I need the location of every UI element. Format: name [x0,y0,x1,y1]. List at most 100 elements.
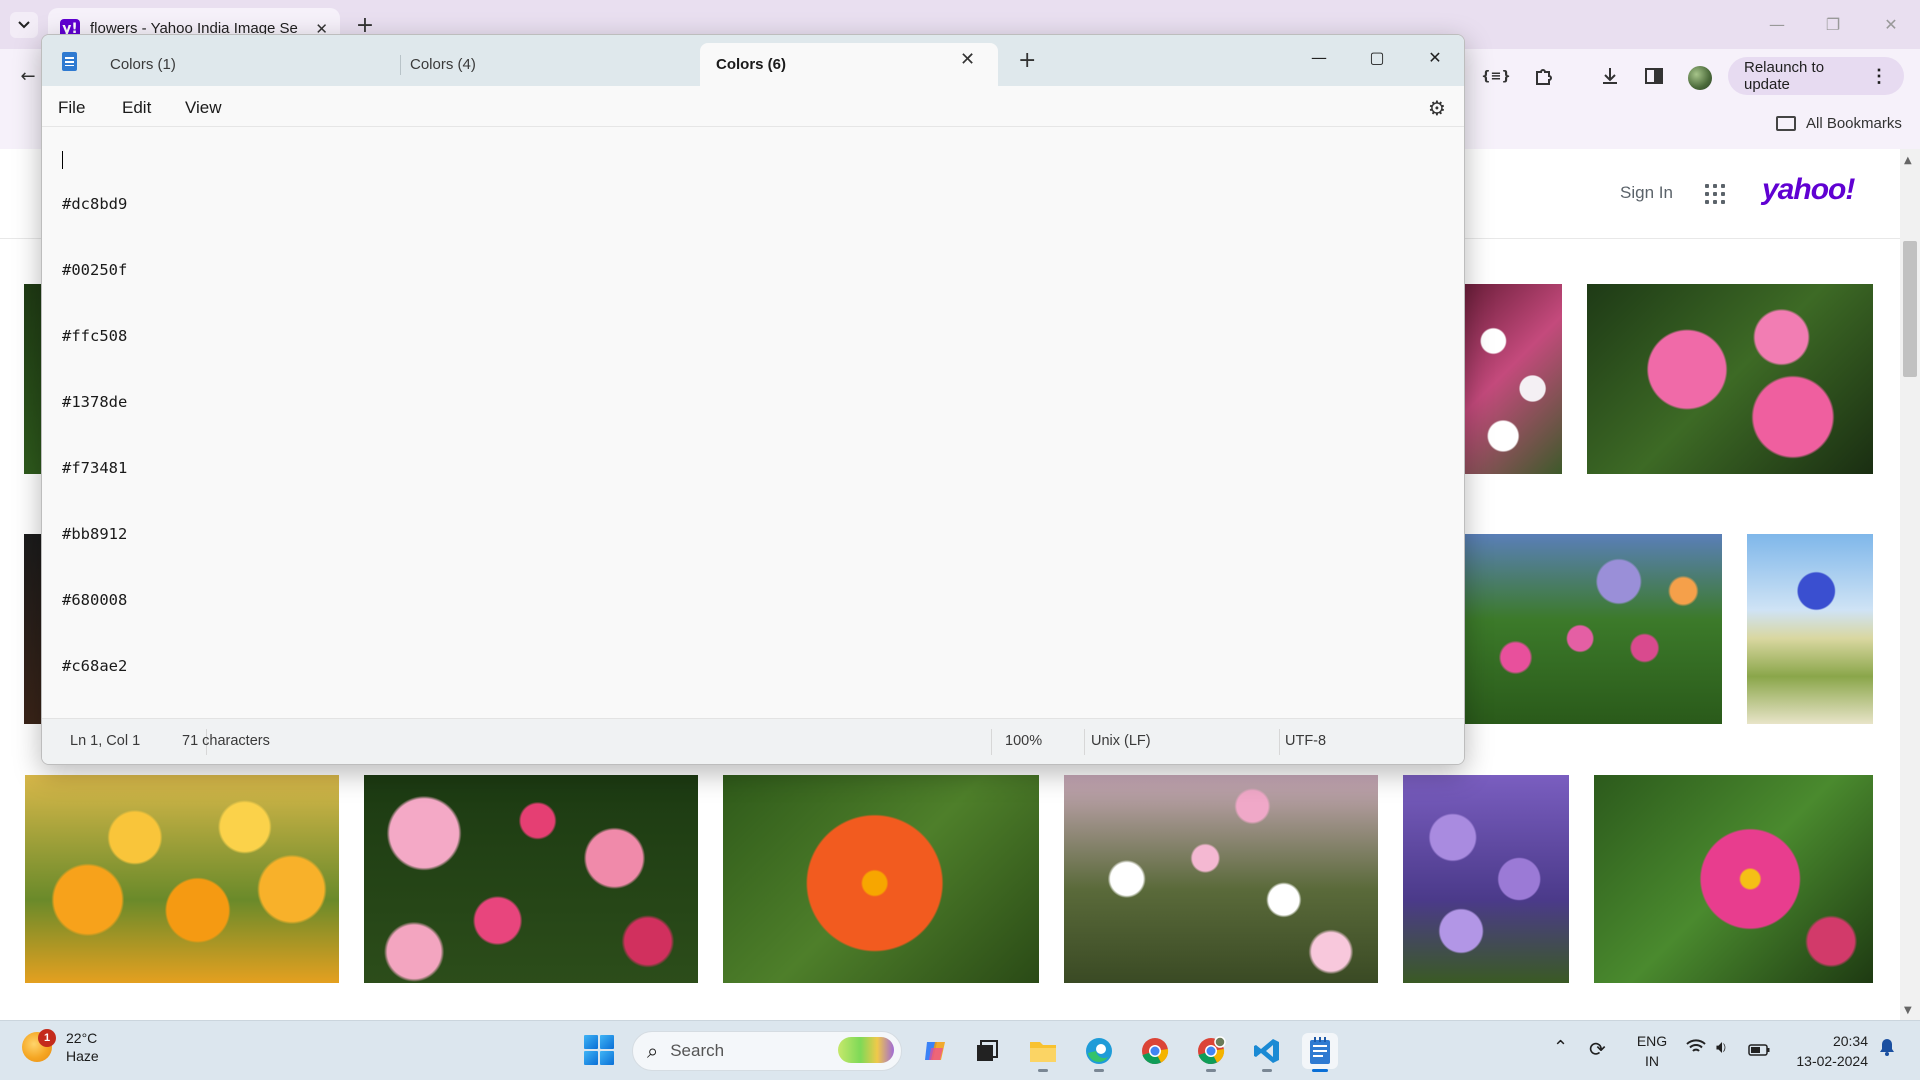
image-result-daisies[interactable] [1064,775,1378,983]
image-result-gerbera[interactable] [723,775,1039,983]
vscode-icon[interactable] [1249,1033,1285,1072]
tab-label: Colors (6) [716,56,787,73]
browser-restore-button[interactable]: ❐ [1818,10,1848,38]
battery-icon[interactable] [1748,1041,1770,1060]
tab-colors-6[interactable]: Colors (6) [700,43,998,86]
puzzle-extensions-icon[interactable] [1530,62,1558,90]
minimize-button[interactable]: — [1296,41,1342,73]
sync-icon[interactable]: ⟳ [1589,1037,1606,1061]
status-line-ending[interactable]: Unix (LF) [1091,733,1151,749]
taskbar: 22°C Haze 1 ⌕ Search ⌃ ⟳ ENG IN 🔉︎ 20:34… [0,1020,1920,1080]
running-indicator [1262,1069,1272,1072]
image-result-dahlia[interactable] [1594,775,1873,983]
active-indicator [1312,1069,1328,1072]
tab-colors-1[interactable]: Colors (1) [94,43,384,86]
close-button[interactable]: ✕ [1412,41,1458,73]
image-result-bellflowers[interactable] [1403,775,1569,983]
chrome-profile-icon[interactable] [1193,1033,1229,1072]
profile-avatar[interactable] [1688,66,1712,90]
clock-date: 13-02-2024 [1796,1053,1868,1069]
notepad-window: Colors (1) Colors (4) Colors (6) ✕ + — ▢… [41,34,1465,765]
text-caret [62,151,63,169]
image-result-dianthus[interactable] [1464,284,1562,474]
language-line1: ENG [1636,1033,1668,1049]
more-vertical-icon: ⋮ [1870,65,1888,86]
task-view-icon[interactable] [969,1033,1005,1069]
image-result-cornflower[interactable] [1747,534,1873,724]
running-indicator [1094,1069,1104,1072]
search-highlight-icon [838,1037,894,1063]
yahoo-logo[interactable]: yahoo! [1762,173,1855,207]
weather-widget[interactable]: 22°C Haze [22,1029,99,1065]
edge-icon[interactable] [1081,1033,1117,1072]
text-line: #c68ae2 [62,657,128,675]
status-separator [1279,729,1280,755]
text-line: #680008 [62,591,128,609]
wifi-icon[interactable] [1686,1039,1706,1059]
new-tab-button[interactable]: + [1018,48,1036,73]
clock-time: 20:34 [1832,1033,1868,1049]
volume-icon[interactable]: 🔉︎ [1716,1037,1727,1058]
sign-in-link[interactable]: Sign In [1620,183,1673,203]
notification-bell-icon[interactable] [1878,1037,1896,1062]
chevron-down-icon [18,21,30,29]
system-clock[interactable]: 20:34 13-02-2024 [1788,1031,1868,1071]
image-result-marigolds[interactable] [25,775,339,983]
tab-colors-4[interactable]: Colors (4) [394,43,694,86]
chevron-up-icon[interactable]: ⌃ [1553,1037,1568,1058]
back-arrow-icon[interactable]: ← [14,62,42,90]
status-zoom[interactable]: 100% [1005,733,1042,749]
image-result-coneflowers[interactable] [1464,534,1722,724]
status-separator [1084,729,1085,755]
editor-text: #dc8bd9 #00250f #ffc508 #1378de #f73481 … [62,149,1444,764]
text-editor-area[interactable]: #dc8bd9 #00250f #ffc508 #1378de #f73481 … [42,127,1464,741]
browser-close-button[interactable]: ✕ [1876,10,1906,38]
status-position: Ln 1, Col 1 [70,733,141,749]
chrome-icon[interactable] [1137,1033,1173,1069]
notepad-taskbar-icon[interactable] [1302,1033,1338,1072]
relaunch-to-update-button[interactable]: Relaunch to update ⋮ [1728,57,1904,95]
maximize-button[interactable]: ▢ [1354,41,1400,73]
file-explorer-icon[interactable] [1025,1033,1061,1072]
weather-temp: 22°C [66,1030,98,1046]
notepad-app-icon [62,52,77,71]
all-bookmarks-button[interactable]: All Bookmarks [1776,115,1902,132]
text-line: #f73481 [62,459,128,477]
relaunch-label: Relaunch to update [1744,59,1825,93]
all-bookmarks-label: All Bookmarks [1806,115,1902,132]
scrollbar-thumb[interactable] [1903,241,1917,377]
weather-condition: Haze [66,1048,99,1064]
start-button[interactable] [584,1035,614,1065]
text-line: #bb8912 [62,525,128,543]
tab-search-button[interactable] [10,12,38,38]
close-icon[interactable]: ✕ [960,49,975,70]
tab-label: Colors (4) [410,56,476,73]
status-encoding[interactable]: UTF-8 [1285,733,1326,749]
side-panel-icon[interactable] [1640,62,1668,90]
settings-gear-icon[interactable]: ⚙ [1428,96,1446,120]
text-line: #ffc508 [62,327,128,345]
notepad-titlebar: Colors (1) Colors (4) Colors (6) ✕ + — ▢… [42,35,1464,86]
download-icon[interactable] [1596,62,1624,90]
text-line: #dc8bd9 [62,195,128,213]
menu-view[interactable]: View [185,98,222,118]
tab-label: Colors (1) [110,56,176,73]
running-indicator [1038,1069,1048,1072]
status-separator [991,729,992,755]
menu-file[interactable]: File [58,98,85,118]
apps-grid-icon[interactable] [1705,184,1725,204]
notepad-menubar: File Edit View ⚙ [42,86,1464,127]
text-line: #00250f [62,261,128,279]
search-icon: ⌕ [647,1039,659,1063]
notepad-statusbar: Ln 1, Col 1 71 characters 100% Unix (LF)… [42,718,1464,764]
text-line: #1378de [62,393,128,411]
image-result-pink-roses[interactable] [1587,284,1873,474]
copilot-icon[interactable] [918,1033,954,1069]
browser-minimize-button[interactable]: — [1762,10,1792,38]
search-label: Search [670,1041,725,1060]
page-scrollbar[interactable]: ▲ ▼ [1900,149,1920,1020]
extension-icon[interactable]: {≡} [1481,62,1510,90]
menu-edit[interactable]: Edit [122,98,151,118]
image-result-cosmos[interactable] [364,775,698,983]
language-indicator[interactable]: ENG IN [1634,1031,1670,1071]
